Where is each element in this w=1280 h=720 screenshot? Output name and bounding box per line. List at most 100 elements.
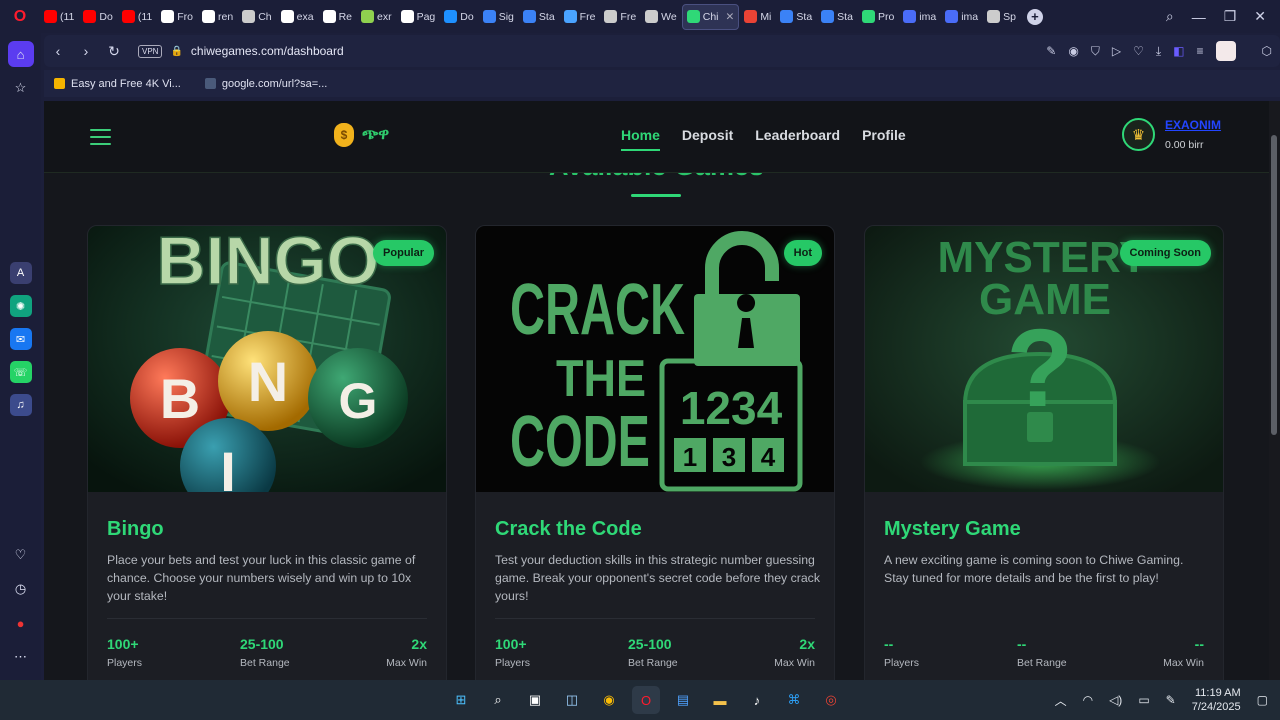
search-icon[interactable]: ⌕: [484, 686, 512, 714]
search-tabs-icon[interactable]: ⌕: [1166, 8, 1174, 25]
browser-tab[interactable]: Sta: [817, 4, 857, 30]
history-icon[interactable]: ◷: [8, 576, 34, 602]
heart-icon[interactable]: ♡: [1133, 44, 1144, 58]
browser-tab[interactable]: Sig: [479, 4, 518, 30]
windows-start-icon[interactable]: ⊞: [447, 686, 475, 714]
browser-tab[interactable]: Chi ✕: [681, 3, 740, 30]
bookmark-item[interactable]: Easy and Free 4K Vi...: [54, 78, 181, 90]
vpn-badge[interactable]: VPN: [138, 44, 163, 58]
music-icon[interactable]: ♫: [9, 394, 32, 416]
play-icon[interactable]: ▷: [1112, 44, 1121, 58]
more-icon[interactable]: ⋯: [8, 644, 34, 670]
restore-button[interactable]: ❐: [1224, 8, 1237, 25]
game-title[interactable]: Mystery Game: [884, 518, 1021, 541]
clock-time: 11:19 AM: [1194, 687, 1241, 699]
pinboard-icon[interactable]: ☆: [8, 75, 34, 101]
home-icon[interactable]: ⌂: [7, 41, 34, 67]
chrome-profile-icon[interactable]: ◎: [817, 686, 845, 714]
close-window-button[interactable]: ✕: [1254, 8, 1266, 25]
browser-tab[interactable]: exr: [357, 4, 396, 30]
browser-tab[interactable]: ima: [941, 4, 982, 30]
download-icon[interactable]: ⤓: [1156, 44, 1161, 59]
lock-icon: 🔒: [170, 45, 183, 57]
hamburger-menu-icon[interactable]: [90, 129, 111, 145]
tab-favicon-icon: [400, 10, 414, 23]
chrome-icon[interactable]: ◉: [595, 686, 623, 714]
tab-favicon-icon: [861, 10, 875, 23]
heart-icon[interactable]: ♡: [8, 542, 34, 568]
back-button[interactable]: ‹: [44, 43, 72, 59]
scrollbar-thumb[interactable]: [1271, 135, 1277, 435]
chatgpt-icon[interactable]: ✺: [9, 295, 32, 317]
game-card-crack-the-code[interactable]: CRACK THE CODE 1234 1 3 4 Hot Crack the …: [475, 225, 835, 680]
vscode-icon[interactable]: ⌘: [780, 686, 808, 714]
game-title[interactable]: Bingo: [107, 518, 164, 541]
crown-icon[interactable]: ♛: [1122, 118, 1155, 151]
nav-profile[interactable]: Profile: [862, 127, 906, 151]
nav-leaderboard[interactable]: Leaderboard: [755, 127, 840, 151]
browser-tab[interactable]: (11: [40, 4, 78, 30]
username-link[interactable]: EXAONIM: [1165, 118, 1221, 132]
page-scrollbar[interactable]: [1269, 101, 1280, 680]
forward-button[interactable]: ›: [72, 43, 100, 59]
extension-icon[interactable]: ●: [8, 610, 34, 636]
browser-tab[interactable]: Do: [79, 4, 116, 30]
browser-tab[interactable]: Sta: [776, 4, 816, 30]
messenger-icon[interactable]: ✉: [9, 328, 32, 350]
whatsapp-icon[interactable]: ☏: [9, 361, 32, 383]
settings-icon[interactable]: ≡: [1197, 44, 1204, 58]
browser-tab[interactable]: Fre: [600, 4, 640, 30]
browser-tab[interactable]: Sp: [983, 4, 1020, 30]
tab-favicon-icon: [83, 10, 97, 23]
browser-tab[interactable]: Fre: [560, 4, 600, 30]
browser-tab[interactable]: Ch: [238, 4, 275, 30]
shield-icon[interactable]: ⛉: [1091, 44, 1100, 59]
edit-icon[interactable]: ✎: [1046, 44, 1056, 58]
aria-icon[interactable]: A: [9, 262, 32, 284]
wifi-icon[interactable]: ◠: [1083, 693, 1093, 707]
browser-tab[interactable]: exa: [277, 4, 318, 30]
browser-tab[interactable]: Re: [319, 4, 356, 30]
game-card-bingo[interactable]: BINGO B N G I Popular Bingo Place your b…: [87, 225, 447, 680]
file-explorer-icon[interactable]: ▬: [706, 686, 734, 714]
opera-icon[interactable]: O: [632, 686, 660, 714]
browser-tab[interactable]: We: [641, 4, 681, 30]
browser-tab[interactable]: Pag: [397, 4, 440, 30]
widgets-icon[interactable]: ◫: [558, 686, 586, 714]
cube-icon[interactable]: ⬡: [1262, 44, 1272, 58]
wallet-icon[interactable]: ◧: [1173, 44, 1184, 58]
tiktok-icon[interactable]: ♪: [743, 686, 771, 714]
game-title[interactable]: Crack the Code: [495, 518, 642, 541]
reload-button[interactable]: ↻: [100, 43, 128, 60]
site-logo[interactable]: $ ጭዋ: [334, 123, 389, 147]
clock[interactable]: 11:19 AM 7/24/2025: [1192, 686, 1241, 714]
minimize-button[interactable]: —: [1192, 9, 1206, 25]
new-tab-button[interactable]: +: [1026, 8, 1043, 25]
notification-icon[interactable]: ▢: [1257, 693, 1268, 707]
camera-icon[interactable]: ◉: [1068, 44, 1078, 58]
crack-the-code-image: CRACK THE CODE 1234 1 3 4 Hot: [476, 226, 834, 492]
browser-tab[interactable]: ima: [899, 4, 940, 30]
browser-tab[interactable]: ren: [198, 4, 237, 30]
browser-tab[interactable]: Mi: [740, 4, 775, 30]
profile-avatar[interactable]: [1215, 41, 1236, 61]
nav-deposit[interactable]: Deposit: [682, 127, 733, 151]
url-field[interactable]: chiwegames.com/dashboard: [191, 44, 344, 58]
nav-home[interactable]: Home: [621, 127, 660, 151]
game-card-mystery[interactable]: MYSTERY GAME ? Coming Soon Mystery Game …: [864, 225, 1224, 680]
opera-logo-icon[interactable]: O: [0, 0, 40, 33]
store-icon[interactable]: ▤: [669, 686, 697, 714]
battery-icon[interactable]: ▭: [1138, 693, 1149, 707]
close-tab-icon[interactable]: ✕: [726, 11, 735, 23]
browser-tab[interactable]: Fro: [157, 4, 197, 30]
bookmark-item[interactable]: google.com/url?sa=...: [204, 78, 327, 90]
task-view-icon[interactable]: ▣: [521, 686, 549, 714]
browser-tab[interactable]: (11: [118, 4, 156, 30]
browser-tab[interactable]: Sta: [519, 4, 559, 30]
volume-icon[interactable]: ◁): [1109, 693, 1122, 707]
chevron-up-icon[interactable]: ︿: [1055, 692, 1067, 709]
browser-tab[interactable]: Pro: [858, 4, 898, 30]
pen-icon[interactable]: ✎: [1166, 693, 1176, 707]
browser-sidebar: ⌂ ☆ A ✺ ✉ ☏ ♫ ♡ ◷ ● ⋯: [0, 33, 41, 680]
browser-tab[interactable]: Do: [440, 4, 477, 30]
